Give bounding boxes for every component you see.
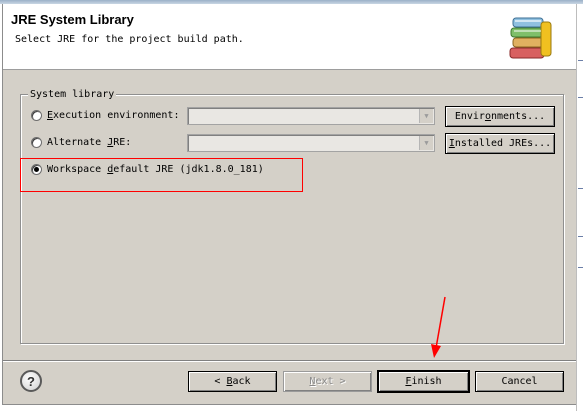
group-legend: System library: [28, 89, 117, 100]
cancel-button[interactable]: Cancel: [475, 371, 564, 392]
background-tick: [578, 267, 583, 268]
radio-alternate-jre[interactable]: Alternate JRE:: [31, 135, 131, 149]
chevron-down-icon[interactable]: ▼: [419, 136, 433, 150]
next-button[interactable]: Next >: [283, 371, 372, 392]
radio-button[interactable]: [31, 109, 42, 121]
alternate-jre-combo[interactable]: ▼: [187, 134, 435, 152]
annotation-arrow-icon: [431, 296, 446, 358]
radio-label: Execution environment:: [47, 109, 180, 121]
footer-separator: [3, 360, 576, 362]
system-library-group: System library Execution environment: ▼ …: [20, 89, 564, 344]
environments-button[interactable]: Envir o nments...: [445, 106, 555, 127]
background-tick: [578, 188, 583, 189]
page-description: Select JRE for the project build path.: [15, 34, 244, 45]
annotation-highlight-box: [20, 158, 303, 192]
radio-label: Alternate JRE:: [47, 136, 132, 148]
installed-jres-button[interactable]: Installed JREs...: [445, 133, 555, 154]
background-tick: [578, 97, 583, 98]
wizard-banner: JRE System Library Select JRE for the pr…: [3, 4, 576, 70]
radio-button[interactable]: [31, 136, 42, 148]
page-title: JRE System Library: [11, 12, 134, 27]
execution-environment-combo[interactable]: ▼: [187, 107, 435, 125]
back-button[interactable]: < Back: [188, 371, 277, 392]
help-icon[interactable]: ?: [20, 370, 42, 392]
chevron-down-icon[interactable]: ▼: [419, 109, 433, 123]
background-window-edge: [576, 4, 583, 411]
library-books-icon: [509, 17, 552, 59]
background-tick: [578, 60, 583, 61]
finish-button[interactable]: Finish: [377, 370, 470, 393]
radio-execution-environment[interactable]: Execution environment:: [31, 108, 179, 122]
jre-system-library-dialog: JRE System Library Select JRE for the pr…: [2, 4, 576, 405]
background-tick: [578, 236, 583, 237]
